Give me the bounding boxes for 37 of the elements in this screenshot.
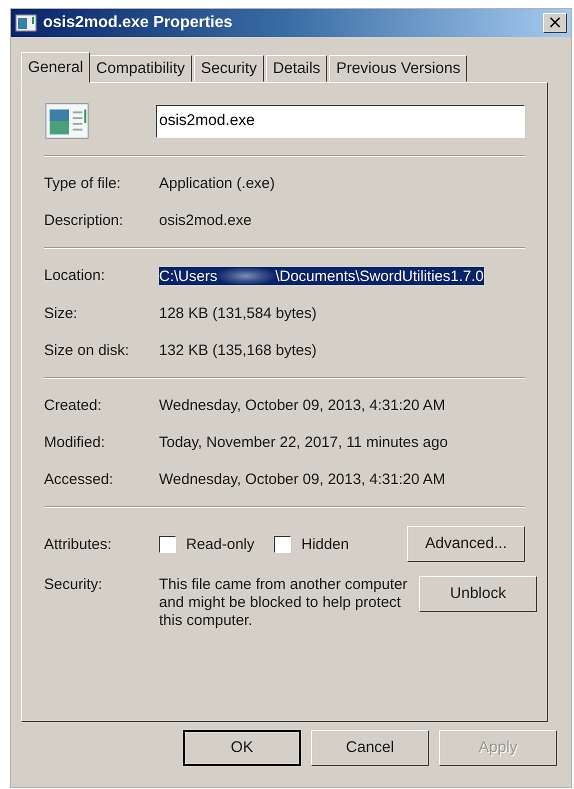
location-value: C:\Users \Documents\SwordUtilities1.7.0 (159, 267, 484, 285)
tab[interactable]: Compatibility (89, 55, 192, 82)
checkbox[interactable] (159, 536, 176, 552)
tab[interactable]: Previous Versions (329, 55, 468, 82)
property-value: Wednesday, October 09, 2013, 4:31:20 AM (159, 397, 446, 414)
property-value: Application (.exe) (159, 175, 276, 192)
property-label: Attributes: (44, 536, 113, 552)
window-title: osis2mod.exe Properties (43, 14, 234, 32)
property-label: Description: (44, 212, 124, 229)
property-label: Created: (44, 397, 103, 414)
application-icon (15, 14, 37, 32)
close-button[interactable]: × (543, 13, 567, 33)
tab[interactable]: Security (194, 55, 264, 82)
dialog-button[interactable]: OK (183, 730, 301, 766)
checkbox-label: Read-only (186, 536, 254, 552)
checkbox-label: Hidden (301, 536, 349, 552)
property-label: Security: (44, 576, 104, 593)
checkbox[interactable] (274, 536, 292, 552)
property-label: Modified: (44, 434, 106, 451)
property-label: Accessed: (44, 471, 114, 488)
tab[interactable]: Details (266, 55, 328, 82)
property-label: Size: (44, 305, 78, 322)
property-value: 132 KB (135,168 bytes) (159, 342, 318, 359)
file-name-field[interactable]: osis2mod.exe (156, 104, 525, 138)
security-message: This file came from another computer and might be blocked to help protect this computer. (159, 576, 408, 630)
unblock-button[interactable]: Unblock (419, 576, 537, 612)
property-value: Today, November 22, 2017, 11 minutes ago (159, 434, 449, 451)
property-value: osis2mod.exe (159, 212, 253, 229)
property-label: Size on disk: (44, 342, 130, 359)
property-value: Wednesday, October 09, 2013, 4:31:20 AM (159, 471, 446, 488)
dialog-button[interactable]: Cancel (311, 730, 429, 766)
property-label: Location: (44, 267, 106, 284)
advanced-button[interactable]: Advanced... (407, 526, 525, 562)
application-icon (44, 101, 90, 141)
property-value: 128 KB (131,584 bytes) (159, 305, 318, 322)
property-label: Type of file: (44, 175, 122, 192)
tab[interactable]: General (21, 52, 90, 83)
